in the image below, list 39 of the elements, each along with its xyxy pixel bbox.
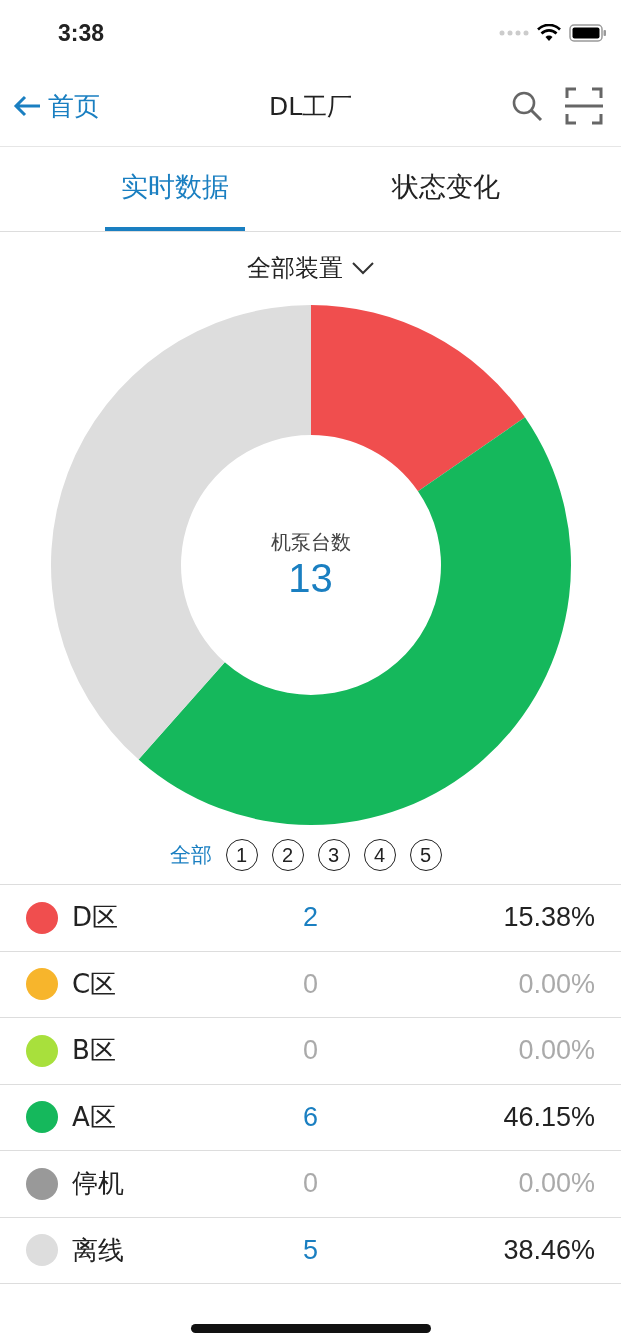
zone-filter[interactable]: 4	[363, 839, 396, 871]
zone-filter[interactable]: 2	[271, 839, 304, 871]
zone-name: 停机	[72, 1167, 124, 1201]
percent: 15.38%	[502, 902, 595, 934]
zone-name: A区	[72, 1100, 116, 1134]
count: 0	[302, 1035, 319, 1067]
zone-filter[interactable]: 全部	[169, 841, 212, 869]
percent: 0.00%	[517, 1035, 595, 1067]
scan-icon[interactable]	[565, 87, 603, 125]
zone-filter[interactable]: 1	[225, 839, 258, 871]
count: 2	[302, 902, 319, 934]
percent: 0.00%	[517, 1168, 595, 1200]
zone-filter[interactable]: 3	[317, 839, 350, 871]
status-time: 3:38	[58, 19, 105, 47]
zone-name: 离线	[72, 1233, 124, 1267]
chevron-down-icon	[350, 261, 375, 275]
zone-name: D区	[72, 901, 119, 935]
back-arrow-icon	[12, 94, 42, 118]
count: 5	[302, 1234, 319, 1266]
count: 6	[302, 1101, 319, 1133]
tab[interactable]: 实时数据	[105, 147, 246, 231]
zone-name: C区	[72, 967, 117, 1001]
battery-icon	[569, 24, 607, 42]
center-label: 机泵台数	[270, 529, 351, 556]
wifi-icon	[537, 24, 561, 42]
page-title: DL工厂	[268, 90, 353, 123]
center-value: 13	[288, 556, 333, 601]
zone-name: B区	[72, 1034, 116, 1068]
count: 0	[302, 968, 319, 1000]
percent: 0.00%	[517, 968, 595, 1000]
signal-icon	[499, 30, 529, 36]
percent: 38.46%	[502, 1234, 595, 1266]
count: 0	[302, 1168, 319, 1200]
percent: 46.15%	[502, 1101, 595, 1133]
tab[interactable]: 状态变化	[375, 147, 516, 231]
back-button[interactable]: 首页	[12, 88, 100, 124]
device-dropdown[interactable]: 全部装置	[240, 251, 381, 285]
zone-filter[interactable]: 5	[409, 839, 442, 871]
search-icon[interactable]	[511, 90, 543, 122]
